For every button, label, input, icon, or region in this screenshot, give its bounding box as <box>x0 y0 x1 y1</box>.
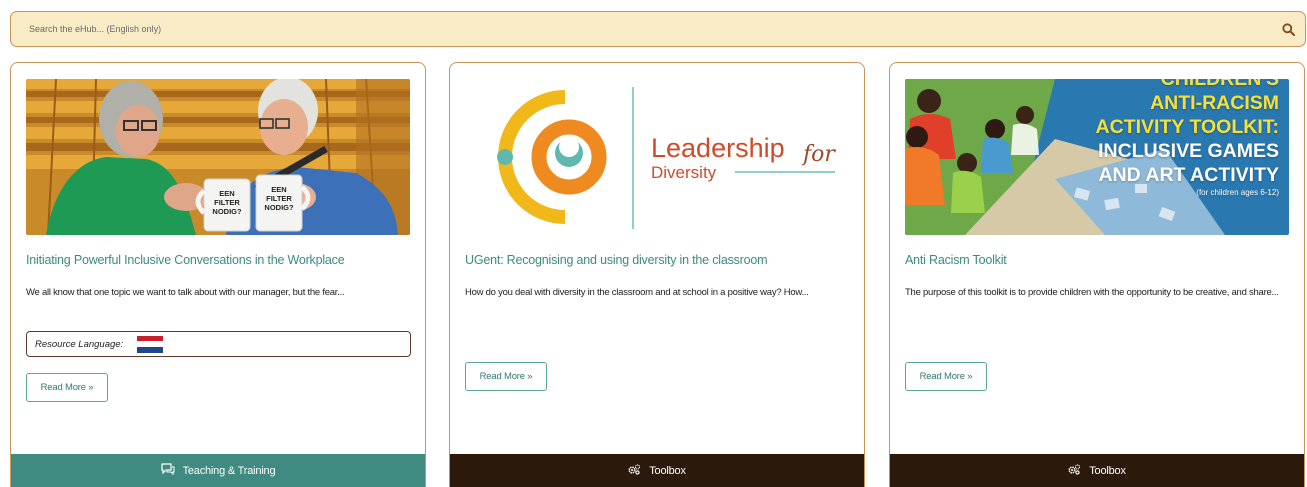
resource-language-box: Resource Language: <box>26 331 411 357</box>
overlay-line4: AND ART ACTIVITY <box>1098 164 1279 186</box>
overlay-line0: CHILDREN'S <box>1160 79 1279 90</box>
category-label: Toolbox <box>1089 464 1126 477</box>
logo-leadership-text: Leadership <box>651 133 785 163</box>
read-more-button[interactable]: Read More » <box>905 362 987 391</box>
card-image-logo[interactable]: Leadership Diversity for <box>465 79 849 235</box>
toolkit-overlay-text: CHILDREN'S ANTI-RACISM ACTIVITY TOOLKIT:… <box>1095 79 1279 199</box>
category-label: Teaching & Training <box>182 464 276 477</box>
category-footer[interactable]: Toolbox <box>890 454 1304 487</box>
card-description: The purpose of this toolkit is to provid… <box>905 287 1279 298</box>
overlay-line5: (for children ages 6-12) <box>1196 188 1279 197</box>
card-description: How do you deal with diversity in the cl… <box>465 287 809 298</box>
card-image-mugs[interactable]: EEN FILTER NODIG? EEN FILTER NODIG? <box>26 79 410 235</box>
resource-card-3: CHILDREN'S ANTI-RACISM ACTIVITY TOOLKIT:… <box>889 62 1305 487</box>
card-image-toolkit[interactable]: CHILDREN'S ANTI-RACISM ACTIVITY TOOLKIT:… <box>905 79 1289 235</box>
logo-diversity-text: Diversity <box>651 163 717 182</box>
category-label: Toolbox <box>649 464 686 477</box>
card-title[interactable]: Anti Racism Toolkit <box>905 253 1295 267</box>
mug-text-5: FILTER <box>266 194 292 203</box>
resource-card-2: Leadership Diversity for UGent: Recognis… <box>449 62 865 487</box>
search-input[interactable] <box>29 24 1279 34</box>
search-icon[interactable] <box>1279 20 1297 38</box>
gears-icon <box>1068 463 1081 478</box>
read-more-button[interactable]: Read More » <box>26 373 108 402</box>
logo-for-text: for <box>801 142 836 167</box>
chat-icon <box>160 463 175 478</box>
resource-card-1: EEN FILTER NODIG? EEN FILTER NODIG? Init… <box>10 62 426 487</box>
mug-text-2: FILTER <box>214 198 240 207</box>
mug-text-1: EEN <box>219 189 234 198</box>
card-title[interactable]: UGent: Recognising and using diversity i… <box>465 253 855 267</box>
gears-icon <box>628 463 641 478</box>
overlay-line3: INCLUSIVE GAMES <box>1098 140 1279 162</box>
search-bar <box>10 11 1306 47</box>
card-title[interactable]: Initiating Powerful Inclusive Conversati… <box>26 253 416 267</box>
overlay-line1: ANTI-RACISM <box>1150 92 1279 114</box>
category-footer[interactable]: Toolbox <box>450 454 864 487</box>
card-description: We all know that one topic we want to ta… <box>26 287 345 298</box>
mug-text-3: NODIG? <box>212 207 242 216</box>
category-footer[interactable]: Teaching & Training <box>11 454 425 487</box>
resource-language-label: Resource Language: <box>35 338 124 350</box>
netherlands-flag-icon <box>137 335 164 353</box>
overlay-line2: ACTIVITY TOOLKIT: <box>1095 116 1279 138</box>
mug-text-6: NODIG? <box>264 203 294 212</box>
mug-text-4: EEN <box>271 185 286 194</box>
read-more-button[interactable]: Read More » <box>465 362 547 391</box>
